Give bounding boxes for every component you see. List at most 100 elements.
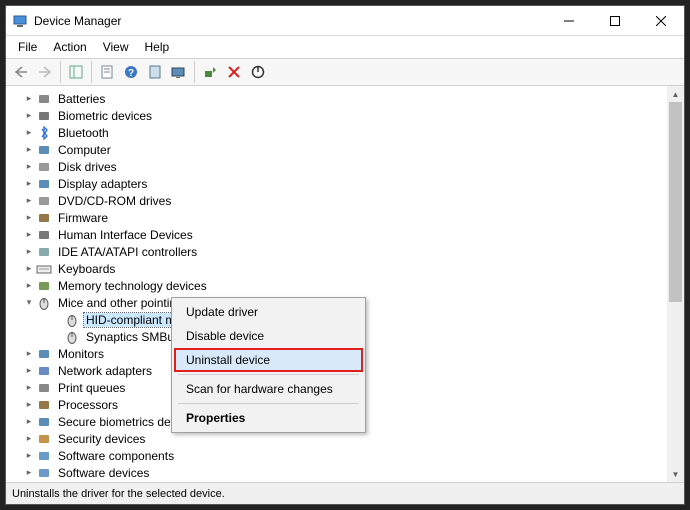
uninstall-button[interactable] [223,61,245,83]
app-icon [12,13,28,29]
menu-view[interactable]: View [95,38,137,56]
chevron-icon[interactable]: ▸ [22,110,36,121]
chevron-icon[interactable]: ▸ [22,348,36,359]
chevron-icon[interactable]: ▸ [22,399,36,410]
toolbar-sep [91,61,92,83]
chevron-icon[interactable]: ▸ [22,144,36,155]
context-menu-item[interactable]: Scan for hardware changes [174,377,363,401]
chevron-icon[interactable]: ▸ [22,93,36,104]
tree-category[interactable]: ▸ Bluetooth [8,124,682,141]
update-driver-button[interactable] [199,61,221,83]
category-label: Computer [56,143,113,157]
forward-button[interactable] [34,61,56,83]
back-button[interactable] [10,61,32,83]
statusbar-text: Uninstalls the driver for the selected d… [12,488,225,500]
window-controls [546,6,684,36]
chevron-icon[interactable]: ▸ [22,246,36,257]
ide-icon [36,244,52,260]
category-label: Software devices [56,466,151,480]
scan-button[interactable] [168,61,190,83]
category-label: DVD/CD-ROM drives [56,194,173,208]
chevron-icon[interactable]: ▸ [22,212,36,223]
chevron-icon[interactable]: ▸ [22,229,36,240]
tree-category[interactable]: ▸ Keyboards [8,260,682,277]
context-menu-separator [178,374,359,375]
show-hide-tree-button[interactable] [65,61,87,83]
menubar: File Action View Help [6,36,684,58]
chevron-icon[interactable]: ▸ [22,263,36,274]
chevron-icon[interactable]: ▸ [22,280,36,291]
software-icon [36,465,52,481]
category-label: Human Interface Devices [56,228,195,242]
bluetooth-icon [36,125,52,141]
chevron-icon[interactable]: ▸ [22,433,36,444]
context-menu-item[interactable]: Properties [174,406,363,430]
chevron-icon[interactable]: ▸ [22,195,36,206]
category-label: Keyboards [56,262,117,276]
tree-category[interactable]: ▸ Computer [8,141,682,158]
titlebar[interactable]: Device Manager [6,6,684,36]
tree-category[interactable]: ▸Firmware [8,209,682,226]
keyboard-icon [36,261,52,277]
chip-icon [36,210,52,226]
tree-category[interactable]: ▸Disk drives [8,158,682,175]
disable-button[interactable] [247,61,269,83]
chevron-icon[interactable]: ▾ [22,297,36,308]
menu-help[interactable]: Help [137,38,178,56]
device-manager-window: Device Manager File Action View Help ? ▸… [5,5,685,505]
computer-icon [36,142,52,158]
chevron-icon[interactable]: ▸ [22,382,36,393]
tree-category[interactable]: ▸ Human Interface Devices [8,226,682,243]
menu-action[interactable]: Action [45,38,94,56]
battery-icon [36,91,52,107]
tree-category[interactable]: ▸Batteries [8,90,682,107]
tree-category[interactable]: ▸ DVD/CD-ROM drives [8,192,682,209]
category-label: Network adapters [56,364,154,378]
context-menu: Update driverDisable deviceUninstall dev… [171,297,366,433]
tree-category[interactable]: ▸Software components [8,447,682,464]
scroll-down-icon[interactable]: ▼ [667,466,684,482]
memory-icon [36,278,52,294]
tree-category[interactable]: ▸ IDE ATA/ATAPI controllers [8,243,682,260]
maximize-button[interactable] [592,6,638,36]
close-button[interactable] [638,6,684,36]
tree-category[interactable]: ▸ Software devices [8,464,682,481]
chevron-icon[interactable]: ▸ [22,416,36,427]
category-label: Bluetooth [56,126,111,140]
toolbar-sep [60,61,61,83]
menu-file[interactable]: File [10,38,45,56]
chevron-icon[interactable]: ▸ [22,467,36,478]
tree-category[interactable]: ▸ Display adapters [8,175,682,192]
secure-icon [36,414,52,430]
toolbar: ? [6,58,684,86]
chevron-icon[interactable]: ▸ [22,365,36,376]
tree-category[interactable]: ▸Biometric devices [8,107,682,124]
window-title: Device Manager [34,14,546,28]
chevron-icon[interactable]: ▸ [22,450,36,461]
minimize-button[interactable] [546,6,592,36]
context-menu-separator [178,403,359,404]
context-menu-item[interactable]: Uninstall device [174,348,363,372]
monitor-icon [36,346,52,362]
action-button[interactable] [144,61,166,83]
vertical-scrollbar[interactable]: ▲▼ [667,86,684,482]
scroll-up-icon[interactable]: ▲ [667,86,684,102]
category-label: Monitors [56,347,106,361]
printer-icon [36,380,52,396]
chevron-icon[interactable]: ▸ [22,127,36,138]
category-label: Secure biometrics dev [56,415,179,429]
chevron-icon[interactable]: ▸ [22,178,36,189]
tree-category[interactable]: ▸Sound, video and game controllers [8,481,682,482]
cpu-icon [36,397,52,413]
device-label: HID-compliant mo [84,313,184,327]
context-menu-item[interactable]: Update driver [174,300,363,324]
category-label: IDE ATA/ATAPI controllers [56,245,199,259]
mouse-icon [36,295,52,311]
context-menu-item[interactable]: Disable device [174,324,363,348]
chevron-icon[interactable]: ▸ [22,161,36,172]
scroll-thumb[interactable] [669,102,682,302]
properties-button[interactable] [96,61,118,83]
tree-category[interactable]: ▸Memory technology devices [8,277,682,294]
category-label: Display adapters [56,177,149,191]
help-button[interactable]: ? [120,61,142,83]
